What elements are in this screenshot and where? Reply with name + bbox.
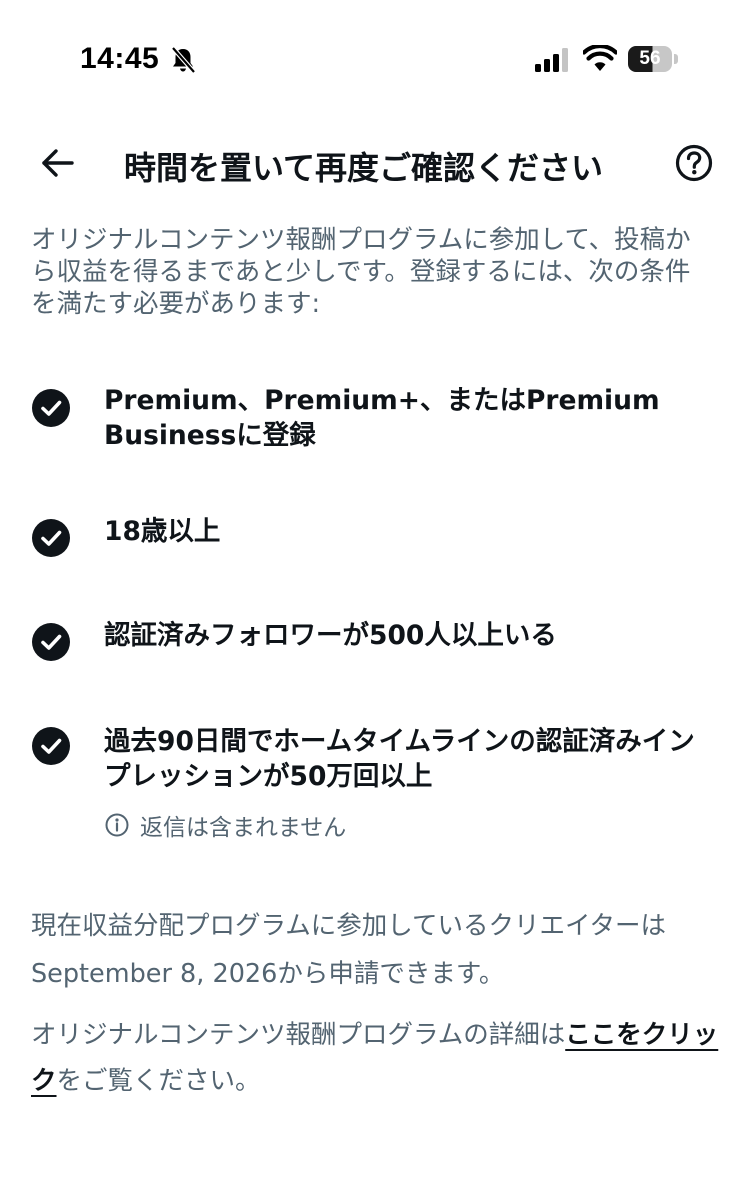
status-bar: 14:45 56 xyxy=(0,0,746,110)
details-text: オリジナルコンテンツ報酬プログラムの詳細はここをクリックをご覧ください。 xyxy=(31,1012,721,1104)
requirement-item-age: 18歳以上 xyxy=(32,514,712,558)
page-title: 時間を置いて再度ご確認ください xyxy=(124,149,604,187)
check-circle-icon xyxy=(32,389,70,427)
arrow-left-icon xyxy=(42,149,74,177)
battery-level: 56 xyxy=(639,48,661,69)
requirement-text: 18歳以上 xyxy=(104,516,221,547)
availability-text: 現在収益分配プログラムに参加しているクリエイターはSeptember 8, 20… xyxy=(31,911,666,989)
requirement-item-impressions: 過去90日間でホームタイムラインの認証済みインプレッションが50万回以上 返信は… xyxy=(32,724,712,844)
back-button[interactable] xyxy=(36,141,80,185)
requirement-note-text: 返信は含まれません xyxy=(140,815,347,841)
details-prefix: オリジナルコンテンツ報酬プログラムの詳細は xyxy=(31,1020,566,1050)
info-circle-icon xyxy=(105,813,129,837)
requirement-item-premium: Premium、Premium+、またはPremium Businessに登録 xyxy=(32,383,712,463)
check-circle-icon xyxy=(32,623,70,661)
battery-indicator: 56 xyxy=(628,46,678,72)
requirement-text: 過去90日間でホームタイムラインの認証済みインプレッションが50万回以上 xyxy=(104,726,695,792)
header: 時間を置いて再度ご確認ください xyxy=(0,125,746,201)
requirement-text: 認証済みフォロワーが500人以上いる xyxy=(104,620,557,651)
intro-text: オリジナルコンテンツ報酬プログラムに参加して、投稿から収益を得るまであと少しです… xyxy=(31,225,691,319)
wifi-icon xyxy=(583,45,617,71)
bell-slash-icon xyxy=(171,46,196,74)
battery-cap xyxy=(674,54,678,64)
details-suffix: をご覧ください。 xyxy=(56,1066,261,1096)
check-circle-icon xyxy=(32,519,70,557)
requirement-text: Premium、Premium+、またはPremium Businessに登録 xyxy=(104,385,660,451)
help-button[interactable] xyxy=(672,141,716,185)
status-time: 14:45 xyxy=(80,42,160,75)
check-circle-icon xyxy=(32,727,70,765)
requirement-item-followers: 認証済みフォロワーが500人以上いる xyxy=(32,618,712,662)
question-circle-icon xyxy=(675,144,713,182)
cellular-signal-icon xyxy=(535,48,568,72)
requirement-note: 返信は含まれません xyxy=(104,808,346,842)
